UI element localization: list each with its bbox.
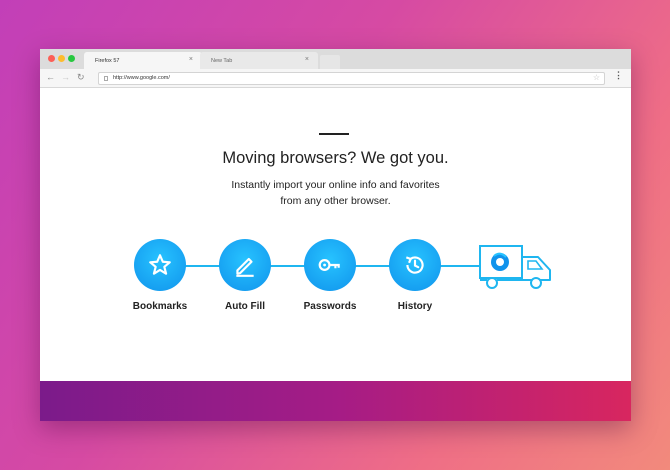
forward-arrow-icon[interactable]: →	[61, 72, 70, 82]
new-tab-button[interactable]	[320, 55, 340, 69]
back-arrow-icon[interactable]: ←	[46, 72, 55, 82]
heading-divider	[319, 133, 349, 135]
step-history-circle	[389, 239, 441, 291]
pencil-icon	[236, 257, 254, 277]
tab-new-tab[interactable]: New Tab ×	[200, 52, 318, 69]
bookmark-star-icon[interactable]: ☆	[593, 73, 600, 82]
history-icon	[405, 256, 424, 274]
tab-strip: Firefox 57 × New Tab ×	[40, 49, 631, 69]
step-label-autofill: Auto Fill	[225, 301, 265, 312]
bottom-gradient-band	[40, 381, 631, 421]
step-bookmarks-circle	[134, 239, 186, 291]
menu-dots-icon[interactable]: ⋮	[614, 71, 623, 80]
page-subtitle: Instantly import your online info and fa…	[40, 177, 631, 209]
page-icon	[104, 76, 108, 81]
subtitle-line: from any other browser.	[280, 195, 391, 207]
step-passwords-circle	[304, 239, 356, 291]
tab-label: Firefox 57	[95, 58, 120, 64]
reload-icon[interactable]: ↻	[77, 72, 85, 83]
url-text[interactable]: http://www.google.com/	[113, 75, 170, 81]
step-autofill-circle	[219, 239, 271, 291]
maximize-window-button[interactable]	[68, 55, 75, 62]
tab-close-icon[interactable]: ×	[189, 56, 193, 63]
page-title: Moving browsers? We got you.	[222, 149, 449, 167]
key-icon	[318, 259, 340, 271]
tab-close-icon[interactable]: ×	[305, 56, 309, 63]
minimize-window-button[interactable]	[58, 55, 65, 62]
subtitle-line: Instantly import your online info and fa…	[231, 179, 440, 191]
tab-label: New Tab	[211, 58, 233, 64]
address-bar[interactable]: http://www.google.com/ ☆	[98, 72, 605, 85]
close-window-button[interactable]	[48, 55, 55, 62]
page-content: Moving browsers? We got you. Instantly i…	[40, 89, 631, 381]
step-label-history: History	[397, 301, 433, 312]
moving-truck-icon	[479, 245, 551, 289]
step-label-bookmarks: Bookmarks	[132, 301, 188, 312]
tab-firefox-57[interactable]: Firefox 57 ×	[84, 52, 202, 69]
step-label-passwords: Passwords	[303, 301, 357, 312]
star-icon	[149, 254, 171, 275]
browser-window: Firefox 57 × New Tab × ← → ↻ http://www.…	[40, 49, 631, 421]
browser-toolbar: ← → ↻ http://www.google.com/ ☆ ⋮	[40, 69, 631, 88]
